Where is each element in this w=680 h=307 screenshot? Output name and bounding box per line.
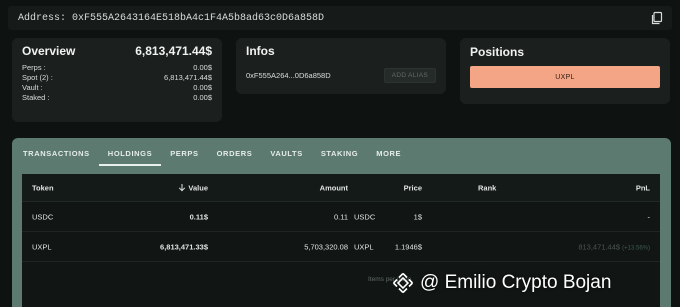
- overview-row-label: Perps :: [22, 63, 46, 72]
- overview-title: Overview: [22, 44, 76, 58]
- row-amount-currency: USDC: [354, 212, 376, 221]
- row-token: UXPL: [32, 242, 52, 251]
- watermark-text: @ Emilio Crypto Bojan: [420, 272, 612, 293]
- overview-row-staked: Staked : 0.00$: [22, 93, 212, 103]
- column-pnl[interactable]: PnL: [636, 183, 650, 192]
- binance-square-icon: [392, 272, 414, 294]
- positions-title: Positions: [470, 45, 525, 59]
- watermark: @ Emilio Crypto Bojan: [392, 266, 611, 300]
- column-amount[interactable]: Amount: [320, 183, 348, 192]
- row-pnl-percent: (+13.56%): [622, 245, 650, 251]
- overview-row-label: Spot (2) :: [22, 73, 53, 82]
- table-row[interactable]: UXPL 6,813,471.33$ 5,703,320.08 UXPL 1.1…: [22, 232, 660, 262]
- overview-total: 6,813,471.44$: [135, 44, 212, 58]
- row-value: 0.11$: [189, 212, 208, 221]
- row-value: 6,813,471.33$: [160, 242, 208, 251]
- column-price[interactable]: Price: [404, 183, 422, 192]
- table-header: Token Value Amount Price Rank PnL: [22, 174, 660, 202]
- tab-orders[interactable]: ORDERS: [208, 149, 262, 166]
- row-amount: 5,703,320.08: [304, 242, 348, 251]
- column-rank[interactable]: Rank: [478, 183, 496, 192]
- infos-title: Infos: [246, 44, 275, 58]
- address-bar: Address: 0xF555A2643164E518bA4c1F4A5b8ad…: [8, 6, 672, 30]
- row-amount: 0.11: [333, 212, 348, 221]
- tab-holdings[interactable]: HOLDINGS: [98, 149, 162, 166]
- table-row[interactable]: USDC 0.11$ 0.11 USDC 1$ -: [22, 202, 660, 232]
- overview-row-value: 0.00$: [193, 93, 212, 102]
- overview-row-spot: Spot (2) : 6,813,471.44$: [22, 73, 212, 83]
- row-amount-currency: UXPL: [354, 242, 374, 251]
- sort-down-icon: [179, 183, 186, 191]
- tab-perps[interactable]: PERPS: [161, 149, 207, 166]
- overview-row-value: 6,813,471.44$: [164, 73, 212, 82]
- overview-row-label: Staked :: [22, 93, 50, 102]
- row-price: 1.1946$: [394, 242, 422, 251]
- tab-more[interactable]: MORE: [367, 149, 410, 166]
- overview-card: Overview 6,813,471.44$ Perps : 0.00$ Spo…: [12, 38, 222, 122]
- column-token[interactable]: Token: [32, 183, 54, 192]
- tab-vaults[interactable]: VAULTS: [261, 149, 312, 166]
- address-value: 0xF555A2643164E518bA4c1F4A5b8ad63c0D6a85…: [72, 12, 325, 24]
- column-value-label: Value: [188, 183, 208, 192]
- row-price: 1$: [413, 212, 422, 221]
- infos-card: Infos 0xF555A264...0D6a858D ADD ALIAS: [236, 38, 446, 94]
- overview-row-value: 0.00$: [193, 83, 212, 92]
- row-pnl: -: [647, 212, 651, 221]
- column-value[interactable]: Value: [178, 183, 208, 192]
- overview-row-value: 0.00$: [193, 63, 212, 72]
- position-pill-uxpl[interactable]: UXPL: [470, 66, 660, 88]
- tab-staking[interactable]: STAKING: [312, 149, 367, 166]
- row-pnl-value: 813,471.44$: [578, 242, 621, 251]
- row-pnl: 813,471.44$ (+13.56%): [578, 242, 650, 251]
- overview-row-vault: Vault : 0.00$: [22, 83, 212, 93]
- add-alias-button[interactable]: ADD ALIAS: [383, 68, 436, 83]
- infos-short-address: 0xF555A264...0D6a858D: [246, 71, 331, 80]
- tab-transactions[interactable]: TRANSACTIONS: [14, 149, 99, 166]
- overview-row-perps: Perps : 0.00$: [22, 63, 212, 73]
- positions-card: Positions UXPL: [460, 38, 670, 104]
- tab-bar: TRANSACTIONS HOLDINGS PERPS ORDERS VAULT…: [12, 138, 671, 166]
- row-token: USDC: [32, 212, 54, 221]
- address-label: Address:: [18, 12, 67, 24]
- copy-icon[interactable]: [650, 11, 664, 25]
- overview-row-label: Vault :: [22, 83, 43, 92]
